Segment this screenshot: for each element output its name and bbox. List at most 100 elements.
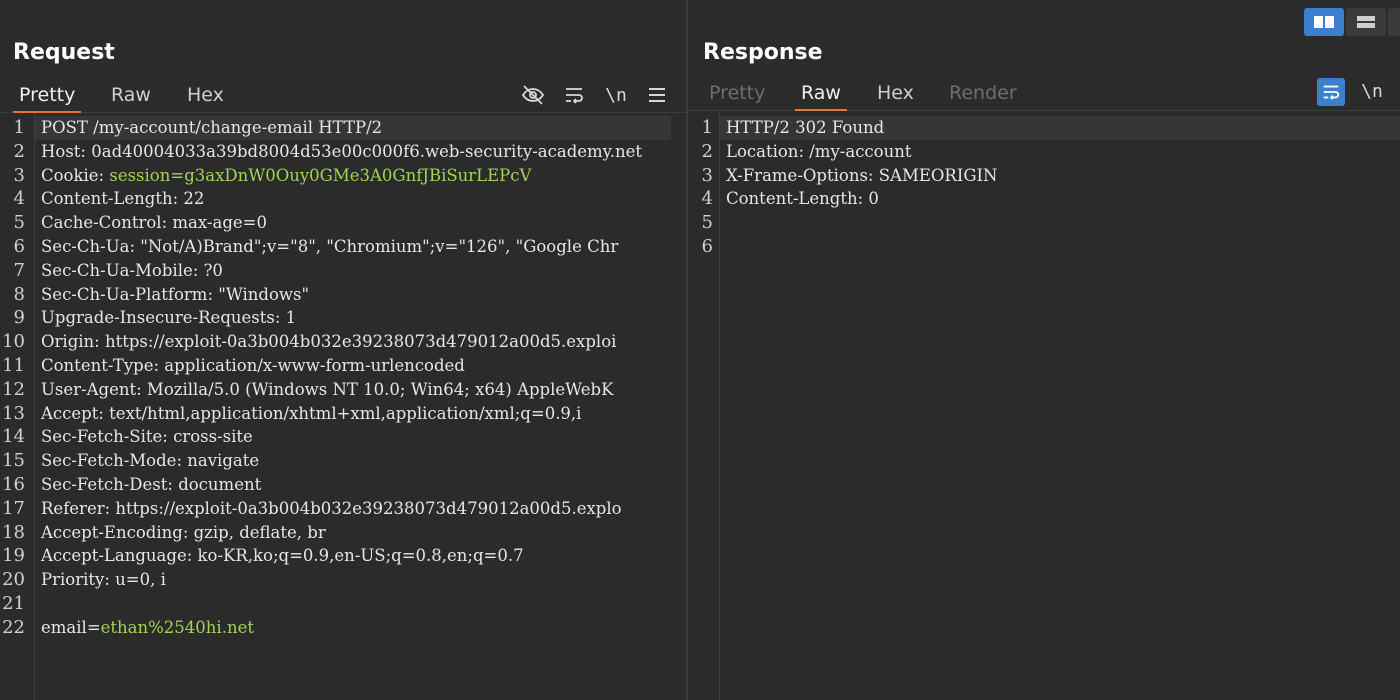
code-line: 7 Sec-Ch-Ua-Mobile: ?0 (0, 259, 686, 283)
split-horizontal-icon[interactable] (1304, 8, 1344, 36)
line-number: 15 (2, 450, 25, 472)
separator: : (162, 427, 174, 447)
newline-icon[interactable]: \n (1359, 78, 1385, 104)
tab-hex[interactable]: Hex (181, 84, 230, 110)
code-line: 3 X-Frame-Options: SAMEORIGIN (688, 164, 1400, 188)
line-content: Content-Length: 22 (41, 187, 204, 211)
line-content: Priority: u=0, i (41, 568, 166, 592)
code-line: 15 Sec-Fetch-Mode: navigate (0, 449, 686, 473)
header-value: SAMEORIGIN (878, 165, 998, 185)
line-number: 20 (2, 569, 25, 591)
separator: : (104, 498, 116, 518)
line-number: 11 (2, 354, 25, 376)
response-lines: 1 HTTP/2 302 Found 2 Location: /my-account 3… (688, 116, 1400, 259)
code-line: 9 Upgrade-Insecure-Requests: 1 (0, 306, 686, 330)
line-content: Referer: https://exploit-0a3b004b032e392… (41, 497, 622, 521)
wrap-lines-icon[interactable] (1317, 78, 1345, 106)
separator: : (104, 570, 116, 590)
line-number: 14 (2, 426, 25, 448)
code-line: 11 Content-Type: application/x-www-form-u… (0, 354, 686, 378)
tab-pretty[interactable]: Pretty (703, 82, 771, 108)
header-name: Sec-Fetch-Site (41, 427, 163, 447)
line-content: POST /my-account/change-email HTTP/2 (41, 116, 382, 140)
tabs-layout-icon[interactable] (1388, 8, 1400, 36)
header-name: Upgrade-Insecure-Requests (41, 308, 275, 328)
separator: : (94, 332, 105, 352)
code-line: 2 Host: 0ad40004033a39bd8004d53e00c000f6.… (0, 140, 686, 164)
separator: : (798, 141, 810, 161)
response-editor[interactable]: 1 HTTP/2 302 Found 2 Location: /my-account 3… (688, 113, 1400, 700)
line-number: 6 (13, 235, 25, 257)
header-value: gzip, deflate, br (193, 522, 326, 542)
header-value: navigate (187, 451, 260, 471)
header-name: Accept-Encoding (41, 522, 183, 542)
header-name: Origin (41, 332, 95, 352)
separator: : (172, 189, 184, 209)
tab-raw[interactable]: Raw (105, 84, 157, 110)
tab-raw[interactable]: Raw (795, 82, 847, 111)
line-number: 3 (701, 164, 713, 186)
line-content: Sec-Fetch-Site: cross-site (41, 425, 253, 449)
header-name: Accept-Language (41, 546, 187, 566)
code-line: 17 Referer: https://exploit-0a3b004b032e3… (0, 497, 686, 521)
wrap-lines-icon[interactable] (561, 82, 587, 108)
separator: : (182, 522, 194, 542)
request-tabs: Pretty Raw Hex \n (0, 82, 686, 113)
line-number: 16 (2, 473, 25, 495)
header-value: 1 (285, 308, 297, 328)
header-name: POST /my-account/change-email HTTP/2 (41, 118, 383, 137)
header-value: cross-site (173, 427, 253, 447)
line-content: Content-Type: application/x-www-form-url… (41, 354, 465, 378)
code-line: 16 Sec-Fetch-Dest: document (0, 473, 686, 497)
response-pane: Response Pretty Raw Hex Render \n 1 HTTP/… (688, 0, 1400, 700)
code-line: 18 Accept-Encoding: gzip, deflate, br (0, 521, 686, 545)
hide-eye-icon[interactable] (520, 82, 546, 108)
header-value: max-age=0 (172, 213, 267, 233)
header-name: email (41, 617, 87, 637)
request-lines: 1 POST /my-account/change-email HTTP/2 2 Ho… (0, 116, 686, 640)
request-editor[interactable]: 1 POST /my-account/change-email HTTP/2 2 Ho… (0, 113, 686, 700)
line-content: Host: 0ad40004033a39bd8004d53e00c000f6.w… (41, 140, 642, 164)
split-vertical-icon[interactable] (1346, 8, 1386, 36)
header-value: https://exploit-0a3b004b032e39238073d479… (115, 498, 622, 518)
line-content: Sec-Ch-Ua-Platform: "Windows" (41, 283, 309, 307)
newline-icon[interactable]: \n (603, 82, 629, 108)
code-line: 5 Cache-Control: max-age=0 (0, 211, 686, 235)
line-content: User-Agent: Mozilla/5.0 (Windows NT 10.0… (41, 378, 613, 402)
code-line: 6 Sec-Ch-Ua: "Not/A)Brand";v="8", "Chromi… (0, 235, 686, 259)
code-line: 14 Sec-Fetch-Site: cross-site (0, 425, 686, 449)
menu-icon[interactable] (644, 82, 670, 108)
line-content: Sec-Fetch-Mode: navigate (41, 449, 259, 473)
tab-hex[interactable]: Hex (871, 82, 920, 108)
line-content: Accept: text/html,application/xhtml+xml,… (41, 402, 581, 426)
header-name: Sec-Fetch-Dest (41, 474, 168, 494)
separator: : (98, 403, 110, 423)
header-name: Sec-Ch-Ua-Platform (41, 284, 208, 304)
line-number: 1 (13, 117, 25, 138)
header-name: Cache-Control (41, 213, 162, 233)
tab-render[interactable]: Render (943, 82, 1023, 108)
code-line: 19 Accept-Language: ko-KR,ko;q=0.9,en-US;… (0, 544, 686, 568)
line-content: email=ethan%2540hi.net (41, 616, 254, 640)
header-value: "Not/A)Brand";v="8", "Chromium";v="126",… (140, 236, 619, 256)
tab-pretty[interactable]: Pretty (13, 84, 82, 113)
line-number: 7 (13, 259, 25, 281)
header-value: ko-KR,ko;q=0.9,en-US;q=0.8,en;q=0.7 (197, 546, 524, 566)
separator: : (129, 236, 141, 256)
header-name: Referer (41, 498, 105, 518)
line-content: Origin: https://exploit-0a3b004b032e3923… (41, 330, 616, 354)
request-title: Request (13, 40, 115, 65)
code-line: 5 (688, 211, 1400, 235)
line-content: Content-Length: 0 (726, 187, 879, 211)
line-number: 17 (2, 497, 25, 519)
code-line: 3 Cookie: session=g3axDnW0Ouy0GMe3A0GnfJB… (0, 164, 686, 188)
header-value: application/x-www-form-urlencoded (164, 355, 465, 375)
line-content: Cookie: session=g3axDnW0Ouy0GMe3A0GnfJBi… (41, 164, 531, 188)
header-name: Accept (41, 403, 99, 423)
line-content: Cache-Control: max-age=0 (41, 211, 267, 235)
separator: : (274, 308, 286, 328)
header-value: https://exploit-0a3b004b032e39238073d479… (104, 332, 617, 352)
header-name: Content-Length (41, 189, 173, 209)
separator: : (192, 260, 204, 280)
line-content: Sec-Ch-Ua-Mobile: ?0 (41, 259, 223, 283)
